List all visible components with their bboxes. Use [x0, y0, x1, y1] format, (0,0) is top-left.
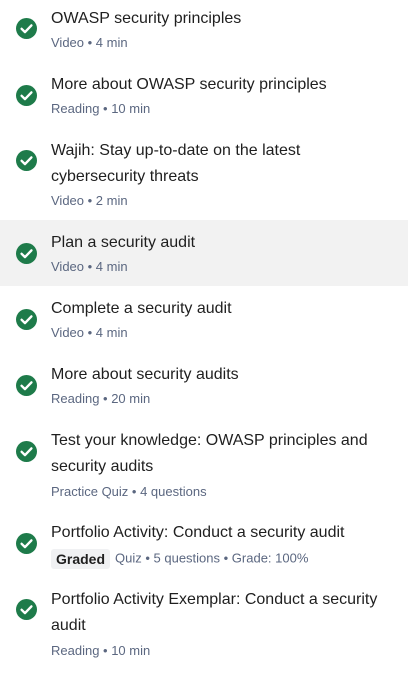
graded-badge: Graded [51, 548, 111, 569]
check-circle-icon [16, 375, 37, 396]
item-title: Wajih: Stay up-to-date on the latest cyb… [51, 142, 301, 185]
item-meta: Video • 4 min [51, 325, 128, 340]
list-item[interactable]: Complete a security audit Video • 4 min [0, 286, 408, 352]
check-circle-icon [16, 18, 37, 39]
item-meta: Practice Quiz • 4 questions [51, 484, 207, 499]
item-meta: Quiz • 5 questions • Grade: 100% [115, 550, 309, 566]
item-title: Portfolio Activity Exemplar: Conduct a s… [51, 591, 378, 634]
item-title: More about OWASP security principles [51, 76, 327, 93]
item-meta: Reading • 10 min [51, 101, 151, 116]
course-item-list: OWASP security principles Video • 4 min … [0, 0, 408, 683]
list-item[interactable]: Test your knowledge: OWASP principles an… [0, 418, 408, 508]
list-item[interactable]: More about OWASP security principles Rea… [0, 66, 408, 132]
check-circle-icon [16, 533, 37, 554]
check-circle-icon [16, 150, 37, 171]
item-meta: Reading • 20 min [51, 391, 151, 406]
list-item[interactable]: Portfolio Activity: Conduct a security a… [0, 508, 408, 586]
check-circle-icon [16, 85, 37, 106]
check-circle-icon [16, 309, 37, 330]
item-title: Plan a security audit [51, 234, 196, 251]
item-title: Portfolio Activity: Conduct a security a… [51, 524, 345, 541]
list-item-current[interactable]: Plan a security audit Video • 4 min [0, 220, 408, 286]
list-item[interactable]: Portfolio Activity Exemplar: Conduct a s… [0, 586, 408, 683]
item-title: More about security audits [51, 366, 239, 383]
check-circle-icon [16, 441, 37, 462]
item-meta: Video • 4 min [51, 35, 128, 50]
check-circle-icon [16, 599, 37, 620]
list-item[interactable]: Wajih: Stay up-to-date on the latest cyb… [0, 132, 408, 220]
item-title: Test your knowledge: OWASP principles an… [51, 432, 368, 475]
check-circle-icon [16, 243, 37, 264]
item-meta: Video • 2 min [51, 193, 128, 208]
list-item[interactable]: More about security audits Reading • 20 … [0, 352, 408, 418]
item-meta-row: Graded Quiz • 5 questions • Grade: 100% [51, 547, 400, 570]
item-meta: Reading • 10 min [51, 643, 151, 658]
list-item[interactable]: OWASP security principles Video • 4 min [0, 0, 408, 66]
item-title: Complete a security audit [51, 300, 232, 317]
item-meta: Video • 4 min [51, 259, 128, 274]
item-title: OWASP security principles [51, 10, 242, 27]
